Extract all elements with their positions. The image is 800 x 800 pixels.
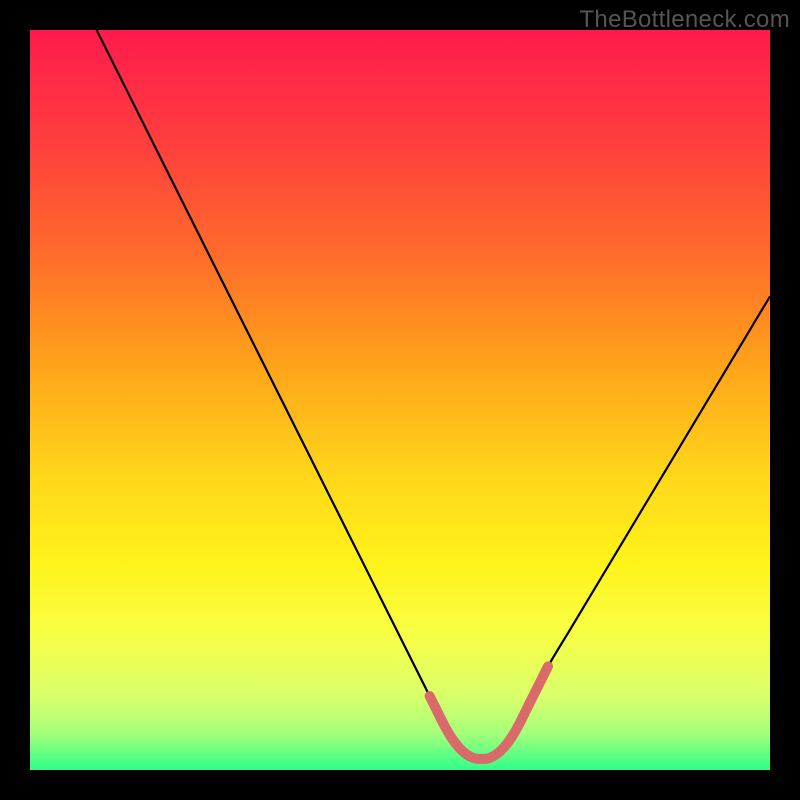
bottleneck-chart bbox=[30, 30, 770, 770]
watermark-text: TheBottleneck.com bbox=[579, 6, 790, 34]
gradient-background bbox=[30, 30, 770, 770]
chart-frame: TheBottleneck.com bbox=[0, 0, 800, 800]
plot-area bbox=[30, 30, 770, 770]
